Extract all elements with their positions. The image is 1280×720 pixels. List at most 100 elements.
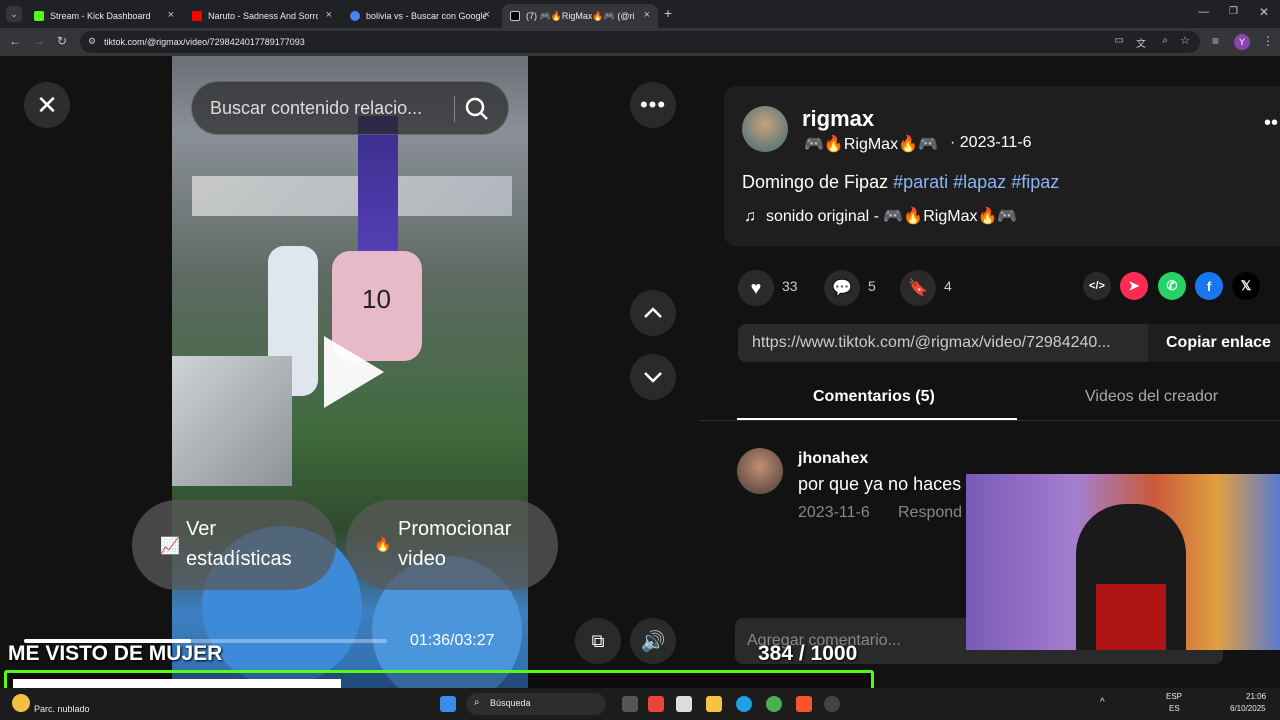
next-video-button[interactable] bbox=[630, 354, 676, 400]
username[interactable]: rigmax bbox=[802, 106, 874, 132]
tab-google-search[interactable]: bolivia vs - Buscar con Google × bbox=[342, 4, 498, 28]
whatsapp-button[interactable]: ✆ bbox=[1158, 272, 1186, 300]
tray-chevron-icon[interactable]: ^ bbox=[1100, 697, 1105, 708]
embed-button[interactable]: </> bbox=[1083, 272, 1111, 300]
comment-button[interactable]: 💬 bbox=[824, 270, 860, 306]
save-count: 4 bbox=[944, 278, 952, 294]
tab-kick-dashboard[interactable]: Stream - Kick Dashboard × bbox=[26, 4, 182, 28]
back-icon[interactable]: ← bbox=[9, 34, 21, 48]
reading-list-icon[interactable]: ≡ bbox=[1212, 34, 1219, 48]
code-icon: </> bbox=[1089, 280, 1105, 292]
bookmark-star-icon[interactable]: ☆ bbox=[1180, 34, 1190, 47]
task-view-icon[interactable] bbox=[622, 696, 638, 712]
comment-user[interactable]: jhonahex bbox=[798, 450, 868, 468]
clock-time[interactable]: 21:06 bbox=[1246, 692, 1266, 701]
more-icon[interactable]: •• bbox=[1264, 112, 1278, 135]
forward-icon[interactable]: → bbox=[33, 34, 45, 48]
weather-icon[interactable] bbox=[12, 694, 30, 712]
hashtag-parati[interactable]: #parati bbox=[893, 172, 948, 192]
youtube-icon bbox=[192, 11, 202, 21]
video-player[interactable]: 10 bbox=[172, 56, 528, 688]
app-icon[interactable] bbox=[648, 696, 664, 712]
tabs-divider bbox=[700, 420, 1280, 421]
scene-banner bbox=[192, 176, 512, 216]
tab-tiktok[interactable]: (7) 🎮🔥RigMax🔥🎮 (@rigma × bbox=[502, 4, 658, 28]
flame-icon: 🔥 bbox=[374, 536, 392, 552]
tab-comments[interactable]: Comentarios (5) bbox=[813, 388, 935, 406]
lang-region[interactable]: ES bbox=[1169, 704, 1180, 713]
tiktok-video-page: ✕ 10 Buscar contenido relacio... ••• 📈 V… bbox=[0, 56, 1280, 688]
edge-icon[interactable] bbox=[736, 696, 752, 712]
comment-count: 5 bbox=[868, 278, 876, 294]
close-icon[interactable]: × bbox=[484, 9, 490, 21]
close-icon[interactable]: × bbox=[326, 9, 332, 21]
clock-date[interactable]: 6/10/2025 bbox=[1230, 704, 1266, 713]
x-share-button[interactable]: 𝕏 bbox=[1232, 272, 1260, 300]
video-search-box[interactable]: Buscar contenido relacio... bbox=[191, 81, 509, 135]
menu-icon[interactable]: ⋮ bbox=[1262, 34, 1274, 48]
reload-icon[interactable]: ↻ bbox=[57, 34, 67, 48]
facebook-button[interactable]: f bbox=[1195, 272, 1223, 300]
like-button[interactable]: ♥ bbox=[738, 270, 774, 306]
like-count: 33 bbox=[782, 278, 798, 294]
windows-taskbar: Parc. nublado ⌕ Búsqueda ^ ESP ES 21:06 … bbox=[0, 688, 1280, 720]
reply-link[interactable]: Respond bbox=[898, 504, 962, 522]
avatar[interactable] bbox=[742, 106, 788, 152]
volume-button[interactable]: 🔊 bbox=[630, 618, 676, 664]
tab-label: (7) 🎮🔥RigMax🔥🎮 (@rigma bbox=[526, 10, 634, 21]
file-explorer-icon[interactable] bbox=[706, 696, 722, 712]
search-icon[interactable] bbox=[464, 96, 490, 122]
restore-button[interactable]: ❐ bbox=[1229, 6, 1238, 17]
start-button[interactable] bbox=[440, 696, 456, 712]
hashtag-fipaz[interactable]: #fipaz bbox=[1011, 172, 1059, 192]
comment-avatar[interactable] bbox=[737, 448, 783, 494]
weather-text[interactable]: Parc. nublado bbox=[34, 704, 90, 714]
address-bar[interactable]: ⚙ tiktok.com/@rigmax/video/7298424017789… bbox=[80, 31, 1200, 53]
taskbar-search[interactable]: ⌕ Búsqueda bbox=[466, 693, 606, 715]
tab-naruto[interactable]: Naruto - Sadness And Sorrow ( × bbox=[184, 4, 340, 28]
zoom-icon[interactable]: ⌕ bbox=[1162, 35, 1168, 46]
comment-icon: 💬 bbox=[832, 280, 852, 297]
translate-icon[interactable]: 文 bbox=[1136, 35, 1146, 50]
promote-video-button[interactable]: 🔥 Promocionar video bbox=[346, 500, 558, 590]
link-box: https://www.tiktok.com/@rigmax/video/729… bbox=[738, 324, 1280, 362]
minimize-button[interactable]: — bbox=[1198, 6, 1209, 18]
google-icon bbox=[350, 11, 360, 21]
app-icon[interactable] bbox=[676, 696, 692, 712]
close-window-button[interactable]: ✕ bbox=[1259, 5, 1269, 19]
copy-link-button[interactable]: Copiar enlace bbox=[1148, 324, 1280, 362]
post-date: · 2023-11-6 bbox=[950, 134, 1032, 151]
search-input[interactable]: Buscar contenido relacio... bbox=[210, 98, 422, 119]
stream-counter: 384 / 1000 bbox=[758, 642, 858, 665]
new-tab-button[interactable]: + bbox=[664, 5, 672, 21]
install-icon[interactable]: ▭ bbox=[1115, 35, 1124, 46]
view-stats-button[interactable]: 📈 Ver estadísticas bbox=[132, 500, 336, 590]
close-icon[interactable]: × bbox=[644, 9, 650, 21]
profile-avatar[interactable]: Y bbox=[1234, 34, 1250, 50]
send-to-friend-button[interactable]: ➤ bbox=[1120, 272, 1148, 300]
tab-label: Naruto - Sadness And Sorrow ( bbox=[208, 11, 318, 21]
brave-icon[interactable] bbox=[796, 696, 812, 712]
music-note-icon: ♫ bbox=[744, 208, 756, 225]
close-icon[interactable]: × bbox=[168, 9, 174, 21]
stats-label-2: estadísticas bbox=[186, 548, 292, 570]
site-info-icon[interactable]: ⚙ bbox=[88, 36, 96, 47]
streamer-shirt bbox=[1096, 584, 1166, 650]
scene-jersey-number: 10 bbox=[362, 284, 391, 314]
previous-video-button[interactable] bbox=[630, 290, 676, 336]
sound-row[interactable]: ♫ sonido original - 🎮🔥RigMax🔥🎮 bbox=[744, 206, 1017, 226]
app-icon[interactable] bbox=[824, 696, 840, 712]
chrome-icon[interactable] bbox=[766, 696, 782, 712]
lang-code[interactable]: ESP bbox=[1166, 692, 1182, 701]
close-button[interactable]: ✕ bbox=[24, 82, 70, 128]
play-icon[interactable] bbox=[324, 336, 384, 408]
more-options-button[interactable]: ••• bbox=[630, 82, 676, 128]
save-button[interactable]: 🔖 bbox=[900, 270, 936, 306]
tab-creator-videos[interactable]: Videos del creador bbox=[1085, 388, 1218, 406]
floating-player-button[interactable]: ⧉ bbox=[575, 618, 621, 664]
streamer-webcam bbox=[966, 474, 1280, 650]
hashtag-lapaz[interactable]: #lapaz bbox=[953, 172, 1006, 192]
promote-label-1: Promocionar bbox=[398, 518, 512, 540]
search-icon: ⌕ bbox=[474, 697, 480, 708]
tab-list-button[interactable]: ⌄ bbox=[6, 6, 22, 22]
